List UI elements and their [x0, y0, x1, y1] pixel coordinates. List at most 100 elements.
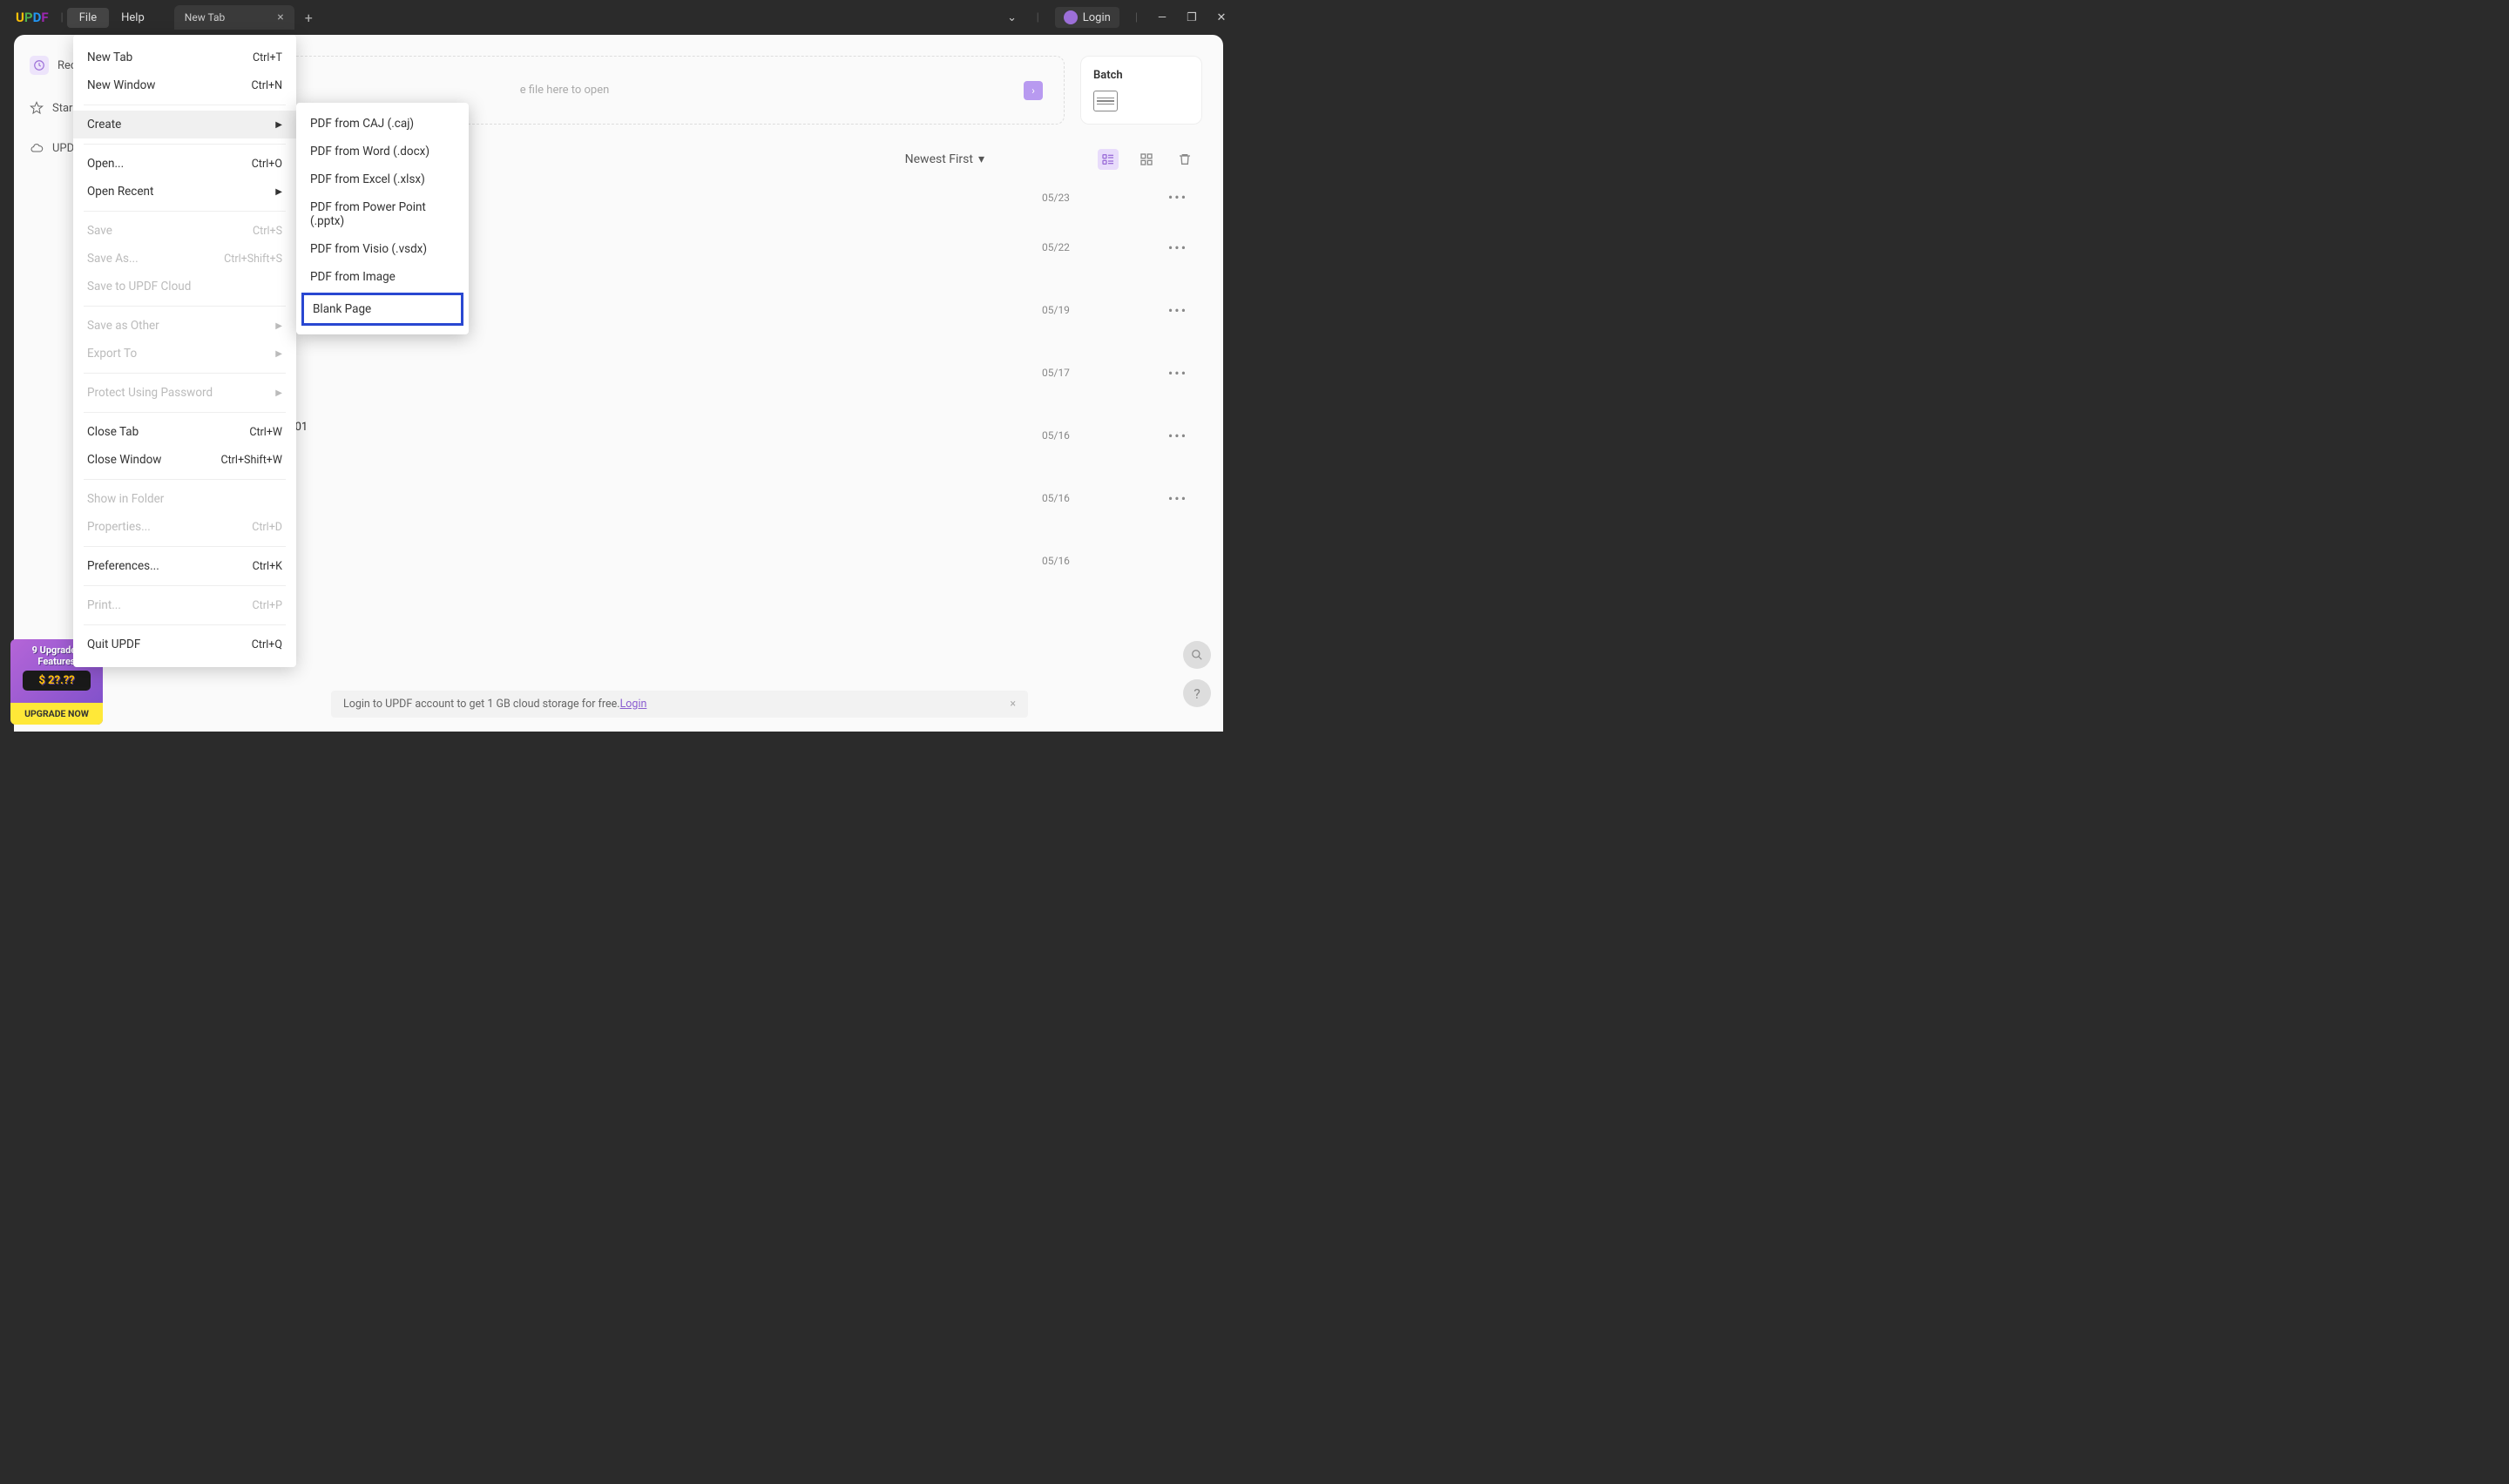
menu-item-label: New Window [87, 78, 155, 92]
search-button[interactable] [1183, 641, 1211, 669]
titlebar: UPDF | File Help New Tab × + ⌄ | Login |… [0, 0, 1237, 35]
file-date: 05/23 [1042, 192, 1146, 204]
menu-item-protect-using-password: Protect Using Password ▶ [73, 379, 296, 407]
menu-separator [84, 412, 286, 413]
menu-item-open-[interactable]: Open... Ctrl+O [73, 150, 296, 178]
app-logo: UPDF [7, 10, 57, 25]
create-item-pdf-from-image[interactable]: PDF from Image [296, 263, 469, 291]
minimize-icon[interactable]: — [1153, 11, 1171, 24]
menu-separator [84, 373, 286, 374]
menu-item-print-: Print... Ctrl+P [73, 591, 296, 619]
more-icon[interactable]: ••• [1160, 490, 1195, 507]
menu-shortcut: Ctrl+Shift+S [224, 253, 282, 266]
create-item-pdf-from-caj-caj-[interactable]: PDF from CAJ (.caj) [296, 110, 469, 138]
trash-button[interactable] [1174, 149, 1195, 170]
more-icon[interactable]: ••• [1160, 302, 1195, 319]
menu-shortcut: Ctrl+O [252, 158, 282, 171]
arrow-right-icon[interactable]: › [1024, 81, 1043, 100]
menu-item-label: Open... [87, 157, 124, 171]
batch-title: Batch [1093, 69, 1189, 82]
separator: | [61, 11, 64, 24]
menu-item-close-tab[interactable]: Close TabCtrl+W [73, 418, 296, 446]
menu-item-quit-updf[interactable]: Quit UPDFCtrl+Q [73, 631, 296, 658]
menu-item-label: Preferences... [87, 559, 159, 573]
more-icon[interactable]: ••• [1160, 365, 1195, 381]
menu-item-new-tab[interactable]: New TabCtrl+T [73, 44, 296, 71]
chevron-right-icon: ▶ [275, 187, 282, 197]
sidebar-item-starred[interactable]: Star [30, 101, 72, 115]
create-item-blank-page[interactable]: Blank Page [301, 293, 463, 326]
sidebar-item-cloud[interactable]: UPD [30, 141, 74, 155]
upgrade-button[interactable]: UPGRADE NOW [10, 703, 103, 725]
tab-new[interactable]: New Tab × [174, 5, 294, 30]
chevron-down-icon: ▾ [978, 152, 984, 166]
menu-shortcut: Ctrl+N [251, 79, 282, 92]
add-tab-button[interactable]: + [305, 10, 313, 26]
menu-shortcut: Ctrl+D [252, 521, 282, 534]
create-item-pdf-from-power-point-pptx-[interactable]: PDF from Power Point (.pptx) [296, 193, 469, 235]
more-icon[interactable]: ••• [1160, 239, 1195, 256]
login-banner: Login to UPDF account to get 1 GB cloud … [331, 691, 1028, 718]
file-date: 05/19 [1042, 304, 1146, 316]
menu-item-label: Protect Using Password [87, 386, 213, 400]
menu-item-label: Print... [87, 598, 121, 612]
create-item-pdf-from-word-docx-[interactable]: PDF from Word (.docx) [296, 138, 469, 165]
chevron-right-icon: ▶ [275, 349, 282, 359]
star-icon [30, 101, 44, 115]
menu-item-open-recent[interactable]: Open Recent▶ [73, 178, 296, 206]
menu-item-new-window[interactable]: New Window Ctrl+N [73, 71, 296, 99]
banner-login-link[interactable]: Login [620, 698, 647, 711]
menu-item-label: Save [87, 224, 112, 238]
menu-item-label: Close Tab [87, 425, 139, 439]
file-menu-button[interactable]: File [67, 8, 109, 28]
more-icon[interactable]: ••• [1160, 428, 1195, 444]
close-icon[interactable]: × [277, 10, 283, 24]
chevron-right-icon: ▶ [275, 388, 282, 398]
more-icon[interactable]: ••• [1160, 189, 1195, 206]
file-date: 05/16 [1042, 429, 1146, 442]
menu-item-label: Properties... [87, 520, 151, 534]
menu-item-label: Save as Other [87, 319, 159, 333]
list-view-button[interactable] [1098, 149, 1119, 170]
menu-shortcut: Ctrl+T [253, 51, 282, 64]
chevron-down-icon[interactable]: ⌄ [1004, 11, 1021, 24]
separator: | [1037, 11, 1039, 24]
close-window-icon[interactable]: ✕ [1213, 11, 1230, 24]
menu-separator [84, 306, 286, 307]
menu-item-export-to: Export To ▶ [73, 340, 296, 368]
menu-item-close-window[interactable]: Close WindowCtrl+Shift+W [73, 446, 296, 474]
create-item-pdf-from-excel-xlsx-[interactable]: PDF from Excel (.xlsx) [296, 165, 469, 193]
avatar-icon [1064, 10, 1078, 24]
login-button[interactable]: Login [1055, 7, 1119, 28]
batch-card[interactable]: Batch [1080, 56, 1202, 125]
sidebar-label: Star [52, 102, 72, 115]
menu-item-save-as-other: Save as Other ▶ [73, 312, 296, 340]
menu-item-label: Create [87, 118, 121, 132]
create-submenu: PDF from CAJ (.caj)PDF from Word (.docx)… [296, 103, 469, 334]
tab-label: New Tab [185, 11, 225, 24]
menu-item-properties-: Properties... Ctrl+D [73, 513, 296, 541]
menu-shortcut: Ctrl+P [253, 599, 282, 612]
clock-icon [30, 56, 49, 75]
menu-shortcut: Ctrl+Shift+W [220, 454, 282, 467]
sort-label: Newest First [905, 152, 973, 166]
menu-item-label: Show in Folder [87, 492, 164, 506]
sort-dropdown[interactable]: Newest First ▾ [905, 152, 984, 166]
menu-shortcut: Ctrl+Q [252, 638, 282, 651]
menu-item-show-in-folder: Show in Folder [73, 485, 296, 513]
menu-separator [84, 144, 286, 145]
menu-item-label: Export To [87, 347, 137, 361]
menu-separator [84, 479, 286, 480]
menu-item-create[interactable]: Create▶ [73, 111, 296, 138]
create-item-pdf-from-visio-vsdx-[interactable]: PDF from Visio (.vsdx) [296, 235, 469, 263]
grid-view-button[interactable] [1136, 149, 1157, 170]
maximize-icon[interactable]: ❐ [1183, 11, 1200, 24]
separator: | [1135, 11, 1138, 24]
close-icon[interactable]: × [1010, 698, 1016, 711]
menu-item-save-as-: Save As...Ctrl+Shift+S [73, 245, 296, 273]
help-menu-button[interactable]: Help [109, 8, 157, 28]
chevron-right-icon: ▶ [275, 321, 282, 331]
menu-item-save-to-updf-cloud: Save to UPDF Cloud [73, 273, 296, 300]
menu-item-preferences-[interactable]: Preferences...Ctrl+K [73, 552, 296, 580]
help-button[interactable]: ? [1183, 679, 1211, 707]
